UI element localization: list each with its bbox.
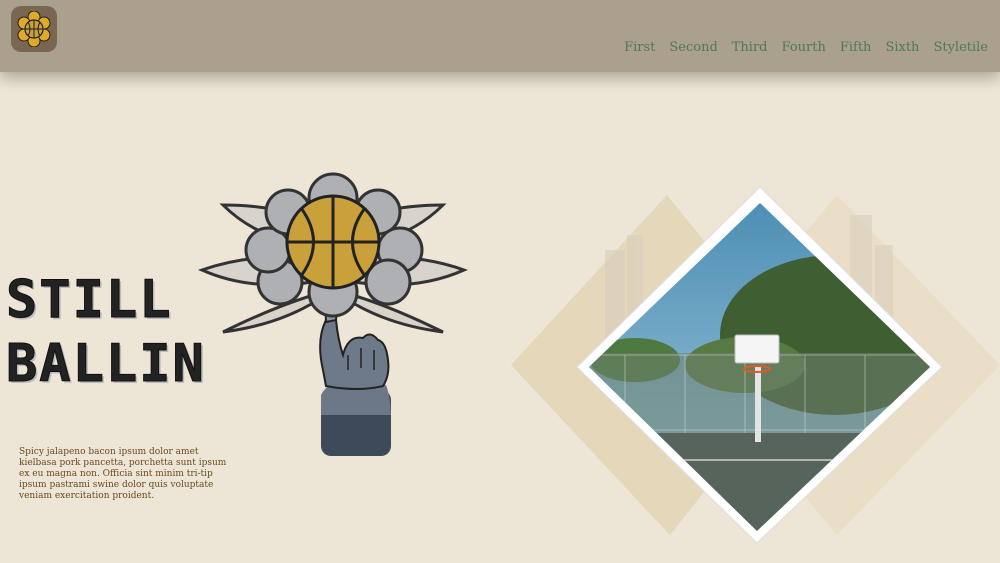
nav-link-fourth[interactable]: Fourth (782, 40, 826, 55)
hero-title: STILL BALLIN (6, 268, 206, 396)
basketball-flower-logo-icon (17, 11, 51, 47)
hero-title-line-2: BALLIN (6, 334, 206, 395)
nav-link-fifth[interactable]: Fifth (840, 40, 872, 55)
nav-link-third[interactable]: Third (732, 40, 768, 55)
hand-spinning-basketball-illustration (198, 172, 468, 456)
hero-title-line-1: STILL (6, 270, 173, 331)
main-nav: First Second Third Fourth Fifth Sixth St… (624, 40, 988, 55)
nav-link-first[interactable]: First (624, 40, 655, 55)
nav-link-styletile[interactable]: Styletile (933, 40, 988, 55)
nav-link-second[interactable]: Second (669, 40, 717, 55)
site-header: First Second Third Fourth Fifth Sixth St… (0, 0, 1000, 72)
site-logo[interactable] (11, 6, 57, 52)
basketball-icon (285, 194, 381, 290)
basketball-court-photo-collage (511, 186, 1000, 544)
nav-link-sixth[interactable]: Sixth (885, 40, 919, 55)
